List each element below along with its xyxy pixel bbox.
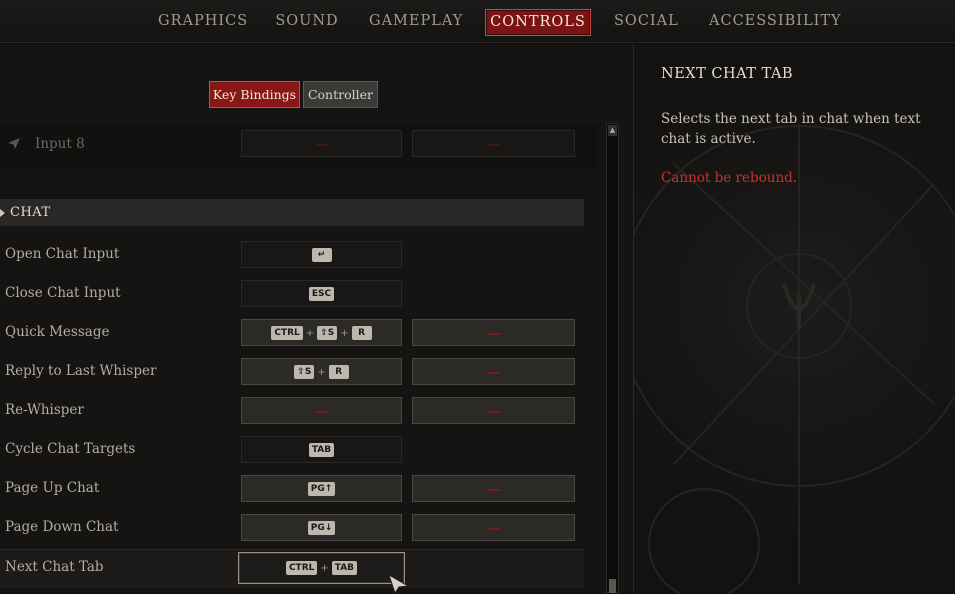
- binding-slot-primary[interactable]: PG↓: [241, 514, 402, 541]
- key-cap: R: [328, 365, 349, 379]
- tab-graphics[interactable]: GRAPHICS: [158, 9, 247, 34]
- page-up-key-icon: PG↑: [307, 482, 336, 496]
- pencil-icon: [8, 138, 20, 149]
- tab-sound[interactable]: SOUND: [275, 9, 339, 34]
- binding-slot-primary[interactable]: [241, 397, 402, 424]
- detail-title: NEXT CHAT TAB: [661, 66, 794, 82]
- tab-controls[interactable]: CONTROLS: [485, 9, 591, 36]
- detail-description: Selects the next tab in chat when text c…: [661, 111, 921, 147]
- scroll-up-arrow-icon[interactable]: ▲: [608, 125, 617, 136]
- key-cap: CTRL: [285, 561, 318, 575]
- input-row-label: Input 8: [35, 136, 85, 152]
- binding-slot-secondary[interactable]: [412, 397, 575, 424]
- binding-slot-primary[interactable]: CTRL + ⇧S + R: [241, 319, 402, 346]
- binding-slot-secondary[interactable]: [412, 475, 575, 502]
- top-navigation: GRAPHICS SOUND GAMEPLAY CONTROLS SOCIAL …: [0, 0, 955, 43]
- binding-label-quick-message[interactable]: Quick Message: [5, 324, 109, 340]
- binding-slot-primary[interactable]: TAB: [241, 436, 402, 463]
- tab-social[interactable]: SOCIAL: [614, 9, 678, 34]
- binding-slot-secondary[interactable]: [412, 514, 575, 541]
- enter-key-icon: ↵: [311, 248, 332, 262]
- key-cap: TAB: [331, 561, 358, 575]
- key-cap: R: [351, 326, 372, 340]
- binding-slot-secondary[interactable]: [412, 319, 575, 346]
- binding-label-page-down-chat[interactable]: Page Down Chat: [5, 519, 118, 535]
- binding-slot-primary[interactable]: ⇧S + R: [241, 358, 402, 385]
- detail-warning: Cannot be rebound.: [661, 170, 798, 186]
- scrollbar-thumb[interactable]: [609, 579, 616, 593]
- binding-slot-primary[interactable]: [241, 130, 402, 157]
- tab-gameplay[interactable]: GAMEPLAY: [369, 9, 462, 34]
- tab-key-bindings[interactable]: Key Bindings: [209, 81, 300, 108]
- binding-slot-secondary[interactable]: [412, 358, 575, 385]
- shift-key-icon: ⇧S: [317, 326, 338, 340]
- key-cap: TAB: [308, 443, 335, 457]
- key-cap: CTRL: [271, 326, 303, 340]
- mouse-cursor-icon: [388, 574, 410, 594]
- section-title: CHAT: [10, 205, 51, 220]
- binding-label-reply-to-last-whisper[interactable]: Reply to Last Whisper: [5, 363, 156, 379]
- binding-slot-primary[interactable]: PG↑: [241, 475, 402, 502]
- binding-label-cycle-chat-targets[interactable]: Cycle Chat Targets: [5, 441, 135, 457]
- scrollbar[interactable]: ▲: [606, 123, 619, 593]
- collapse-arrow-icon: [0, 209, 5, 217]
- binding-label-open-chat-input[interactable]: Open Chat Input: [5, 246, 119, 262]
- shift-key-icon: ⇧S: [294, 365, 315, 379]
- tab-controller[interactable]: Controller: [303, 81, 378, 108]
- section-header-chat[interactable]: CHAT: [0, 199, 584, 226]
- binding-slot-primary[interactable]: CTRL + TAB: [238, 552, 405, 584]
- binding-slot-primary[interactable]: ↵: [241, 241, 402, 268]
- page-down-key-icon: PG↓: [307, 521, 336, 535]
- binding-label-close-chat-input[interactable]: Close Chat Input: [5, 285, 121, 301]
- binding-slot-secondary[interactable]: [412, 130, 575, 157]
- key-cap: ESC: [308, 287, 335, 301]
- binding-slot-primary[interactable]: ESC: [241, 280, 402, 307]
- binding-label-re-whisper[interactable]: Re-Whisper: [5, 402, 84, 418]
- binding-label-next-chat-tab[interactable]: Next Chat Tab: [5, 559, 104, 575]
- binding-label-page-up-chat[interactable]: Page Up Chat: [5, 480, 99, 496]
- tab-accessibility[interactable]: ACCESSIBILITY: [709, 9, 841, 34]
